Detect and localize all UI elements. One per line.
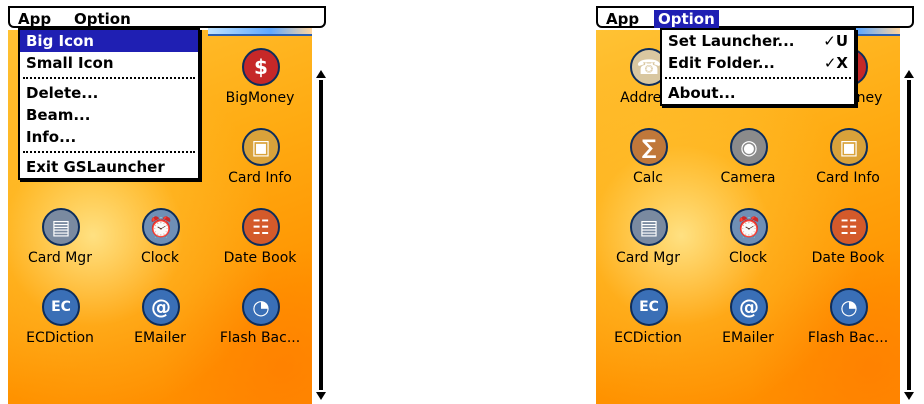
menu-separator [665, 77, 851, 79]
app-label: Calc [633, 170, 663, 186]
app-launcher-item[interactable]: ◉ Camera [700, 126, 796, 208]
menu-bar: App Option [596, 6, 914, 28]
menu-item-info[interactable]: Info... [20, 126, 198, 148]
menu-item-small-icon[interactable]: Small Icon [20, 52, 198, 74]
app-launcher-item[interactable]: ▣ Card Info [212, 126, 308, 208]
menu-separator [23, 77, 195, 79]
clock-icon: ⏰ [730, 208, 768, 246]
card-manager-icon: ▤ [630, 208, 668, 246]
calendar-icon: ☷ [830, 208, 868, 246]
app-label: EMailer [722, 330, 774, 346]
app-label: Clock [728, 250, 768, 266]
option-menu-dropdown: Set Launcher... ✓U Edit Folder... ✓X Abo… [660, 28, 856, 106]
calendar-icon: ☷ [242, 208, 280, 246]
shortcut-label: ✓U [823, 32, 848, 50]
scrollbar[interactable] [316, 70, 326, 400]
menu-item-big-icon[interactable]: Big Icon [20, 30, 198, 52]
card-manager-icon: ▤ [42, 208, 80, 246]
app-label: BigMoney [225, 90, 295, 106]
card-icon: ▣ [242, 128, 280, 166]
email-icon: @ [730, 288, 768, 326]
menu-item-beam[interactable]: Beam... [20, 104, 198, 126]
app-label: Date Book [223, 250, 297, 266]
app-label: Card Mgr [616, 250, 680, 266]
palm-screen-option-menu: ☎Address◆Bejeweled!$BigMoney∑Calc◉Camera… [596, 0, 916, 404]
menu-option[interactable]: Option [70, 10, 135, 28]
scrollbar[interactable] [904, 70, 914, 400]
menu-item-edit-folder[interactable]: Edit Folder... ✓X [662, 52, 854, 74]
menu-item-label: About... [668, 84, 736, 102]
app-label: Card Info [816, 170, 880, 186]
shortcut-label: ✓X [823, 54, 848, 72]
email-icon: @ [142, 288, 180, 326]
app-launcher-item[interactable]: ◔ Flash Bac... [800, 286, 896, 368]
menu-item-exit-gslauncher[interactable]: Exit GSLauncher [20, 156, 198, 178]
app-label: Camera [720, 170, 776, 186]
app-label: Date Book [811, 250, 885, 266]
scroll-track[interactable] [319, 80, 323, 390]
app-launcher-item[interactable]: @ EMailer [112, 286, 208, 368]
scroll-down-arrow-icon[interactable] [904, 392, 914, 400]
card-icon: ▣ [830, 128, 868, 166]
app-launcher-item[interactable]: ◔ Flash Bac... [212, 286, 308, 368]
app-launcher-item[interactable]: EC ECDiction [12, 286, 108, 368]
app-launcher-item[interactable]: ▣ Card Info [800, 126, 896, 208]
app-label: Clock [140, 250, 180, 266]
app-menu-dropdown: Big Icon Small Icon Delete... Beam... In… [18, 28, 200, 180]
scroll-up-arrow-icon[interactable] [904, 70, 914, 78]
dictionary-icon: EC [630, 288, 668, 326]
menu-item-label: Set Launcher... [668, 32, 795, 50]
flash-backup-icon: ◔ [242, 288, 280, 326]
scroll-up-arrow-icon[interactable] [316, 70, 326, 78]
scroll-down-arrow-icon[interactable] [316, 392, 326, 400]
flash-backup-icon: ◔ [830, 288, 868, 326]
app-launcher-item[interactable]: @ EMailer [700, 286, 796, 368]
menu-app[interactable]: App [14, 10, 55, 28]
app-launcher-item[interactable]: ▤ Card Mgr [600, 206, 696, 288]
app-launcher-item[interactable]: ⏰ Clock [112, 206, 208, 288]
app-launcher-item[interactable]: ⏰ Clock [700, 206, 796, 288]
app-label: Card Mgr [28, 250, 92, 266]
scroll-track[interactable] [907, 80, 911, 390]
app-launcher-item[interactable]: ☷ Date Book [212, 206, 308, 288]
menu-app[interactable]: App [602, 10, 643, 28]
dictionary-icon: EC [42, 288, 80, 326]
dollar-icon: $ [242, 48, 280, 86]
app-launcher-item[interactable]: $ BigMoney [212, 46, 308, 128]
camera-icon: ◉ [730, 128, 768, 166]
app-launcher-item[interactable]: ▤ Card Mgr [12, 206, 108, 288]
app-launcher-item[interactable]: ∑ Calc [600, 126, 696, 208]
menu-item-about[interactable]: About... [662, 82, 854, 104]
app-launcher-item[interactable]: ☷ Date Book [800, 206, 896, 288]
app-label: Card Info [228, 170, 292, 186]
app-launcher-item[interactable]: EC ECDiction [600, 286, 696, 368]
app-label: Flash Bac... [219, 330, 301, 346]
menu-item-delete[interactable]: Delete... [20, 82, 198, 104]
menu-bar: App Option [8, 6, 326, 28]
app-label: ECDiction [614, 330, 682, 346]
app-label: EMailer [134, 330, 186, 346]
app-label: ECDiction [26, 330, 94, 346]
menu-separator [23, 151, 195, 153]
clock-icon: ⏰ [142, 208, 180, 246]
app-label: Flash Bac... [807, 330, 889, 346]
palm-screen-app-menu: ☎Address◆Bejeweled!$BigMoney∑Calc◉Camera… [8, 0, 328, 404]
menu-option[interactable]: Option [654, 10, 719, 28]
menu-item-set-launcher[interactable]: Set Launcher... ✓U [662, 30, 854, 52]
calculator-icon: ∑ [630, 128, 668, 166]
menu-item-label: Edit Folder... [668, 54, 775, 72]
